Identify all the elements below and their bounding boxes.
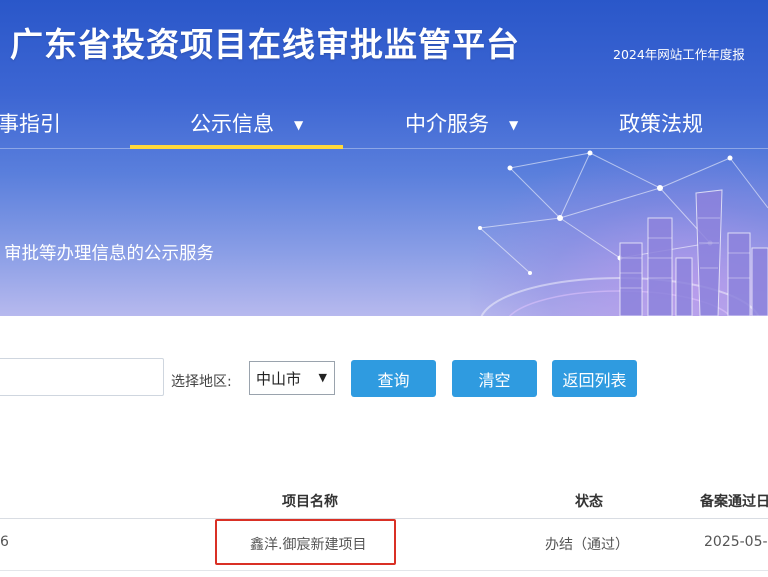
approval-date-cell: 2025-05- xyxy=(704,534,768,550)
city-skyline-illustration xyxy=(478,150,768,316)
nav-item-label: 公示信息 xyxy=(190,112,274,136)
highlight-box xyxy=(215,519,396,565)
search-bar: 选择地区: 中山市 ▼ 查询 清空 返回列表 xyxy=(0,340,768,400)
nav-item-label: 事指引 xyxy=(0,112,61,136)
status-cell: 办结（通过） xyxy=(545,537,629,553)
query-button[interactable]: 查询 xyxy=(351,360,436,397)
keyword-input[interactable] xyxy=(0,358,164,396)
site-title: 广东省投资项目在线审批监管平台 xyxy=(10,25,520,64)
column-header-approval-date: 备案通过日 xyxy=(700,494,768,510)
dropdown-arrow-icon: ▼ xyxy=(318,371,327,384)
chevron-down-icon: ▼ xyxy=(294,118,304,132)
annual-report-link[interactable]: 2024年网站工作年度报 xyxy=(613,44,745,63)
region-select[interactable]: 中山市 ▼ xyxy=(249,361,335,395)
table-row[interactable]: 6 鑫洋.御宸新建项目 办结（通过） 2025-05- xyxy=(0,519,768,571)
nav-active-underline xyxy=(130,145,343,149)
table-header: 项目名称 状态 备案通过日 xyxy=(0,478,768,519)
region-label: 选择地区: xyxy=(171,374,232,390)
column-header-project-name: 项目名称 xyxy=(282,494,338,510)
header-banner: 广东省投资项目在线审批监管平台 2024年网站工作年度报 事指引 公示信息 ▼ 中… xyxy=(0,0,768,316)
nav-item-policies[interactable]: 政策法规 xyxy=(619,108,703,138)
nav-divider xyxy=(0,148,768,149)
column-header-status: 状态 xyxy=(575,494,603,510)
back-to-list-button[interactable]: 返回列表 xyxy=(552,360,637,397)
chevron-down-icon: ▼ xyxy=(509,118,519,132)
region-selected-value: 中山市 xyxy=(256,369,302,388)
nav-item-agency-services[interactable]: 中介服务 ▼ xyxy=(405,108,518,138)
nav-item-public-info[interactable]: 公示信息 ▼ xyxy=(190,108,303,138)
banner-subtitle: 审批等办理信息的公示服务 xyxy=(4,244,214,264)
project-code-cell: 6 xyxy=(0,534,9,550)
clear-button[interactable]: 清空 xyxy=(452,360,537,397)
nav-item-guide[interactable]: 事指引 xyxy=(0,108,61,138)
nav-item-label: 政策法规 xyxy=(619,112,703,136)
nav-item-label: 中介服务 xyxy=(405,112,489,136)
